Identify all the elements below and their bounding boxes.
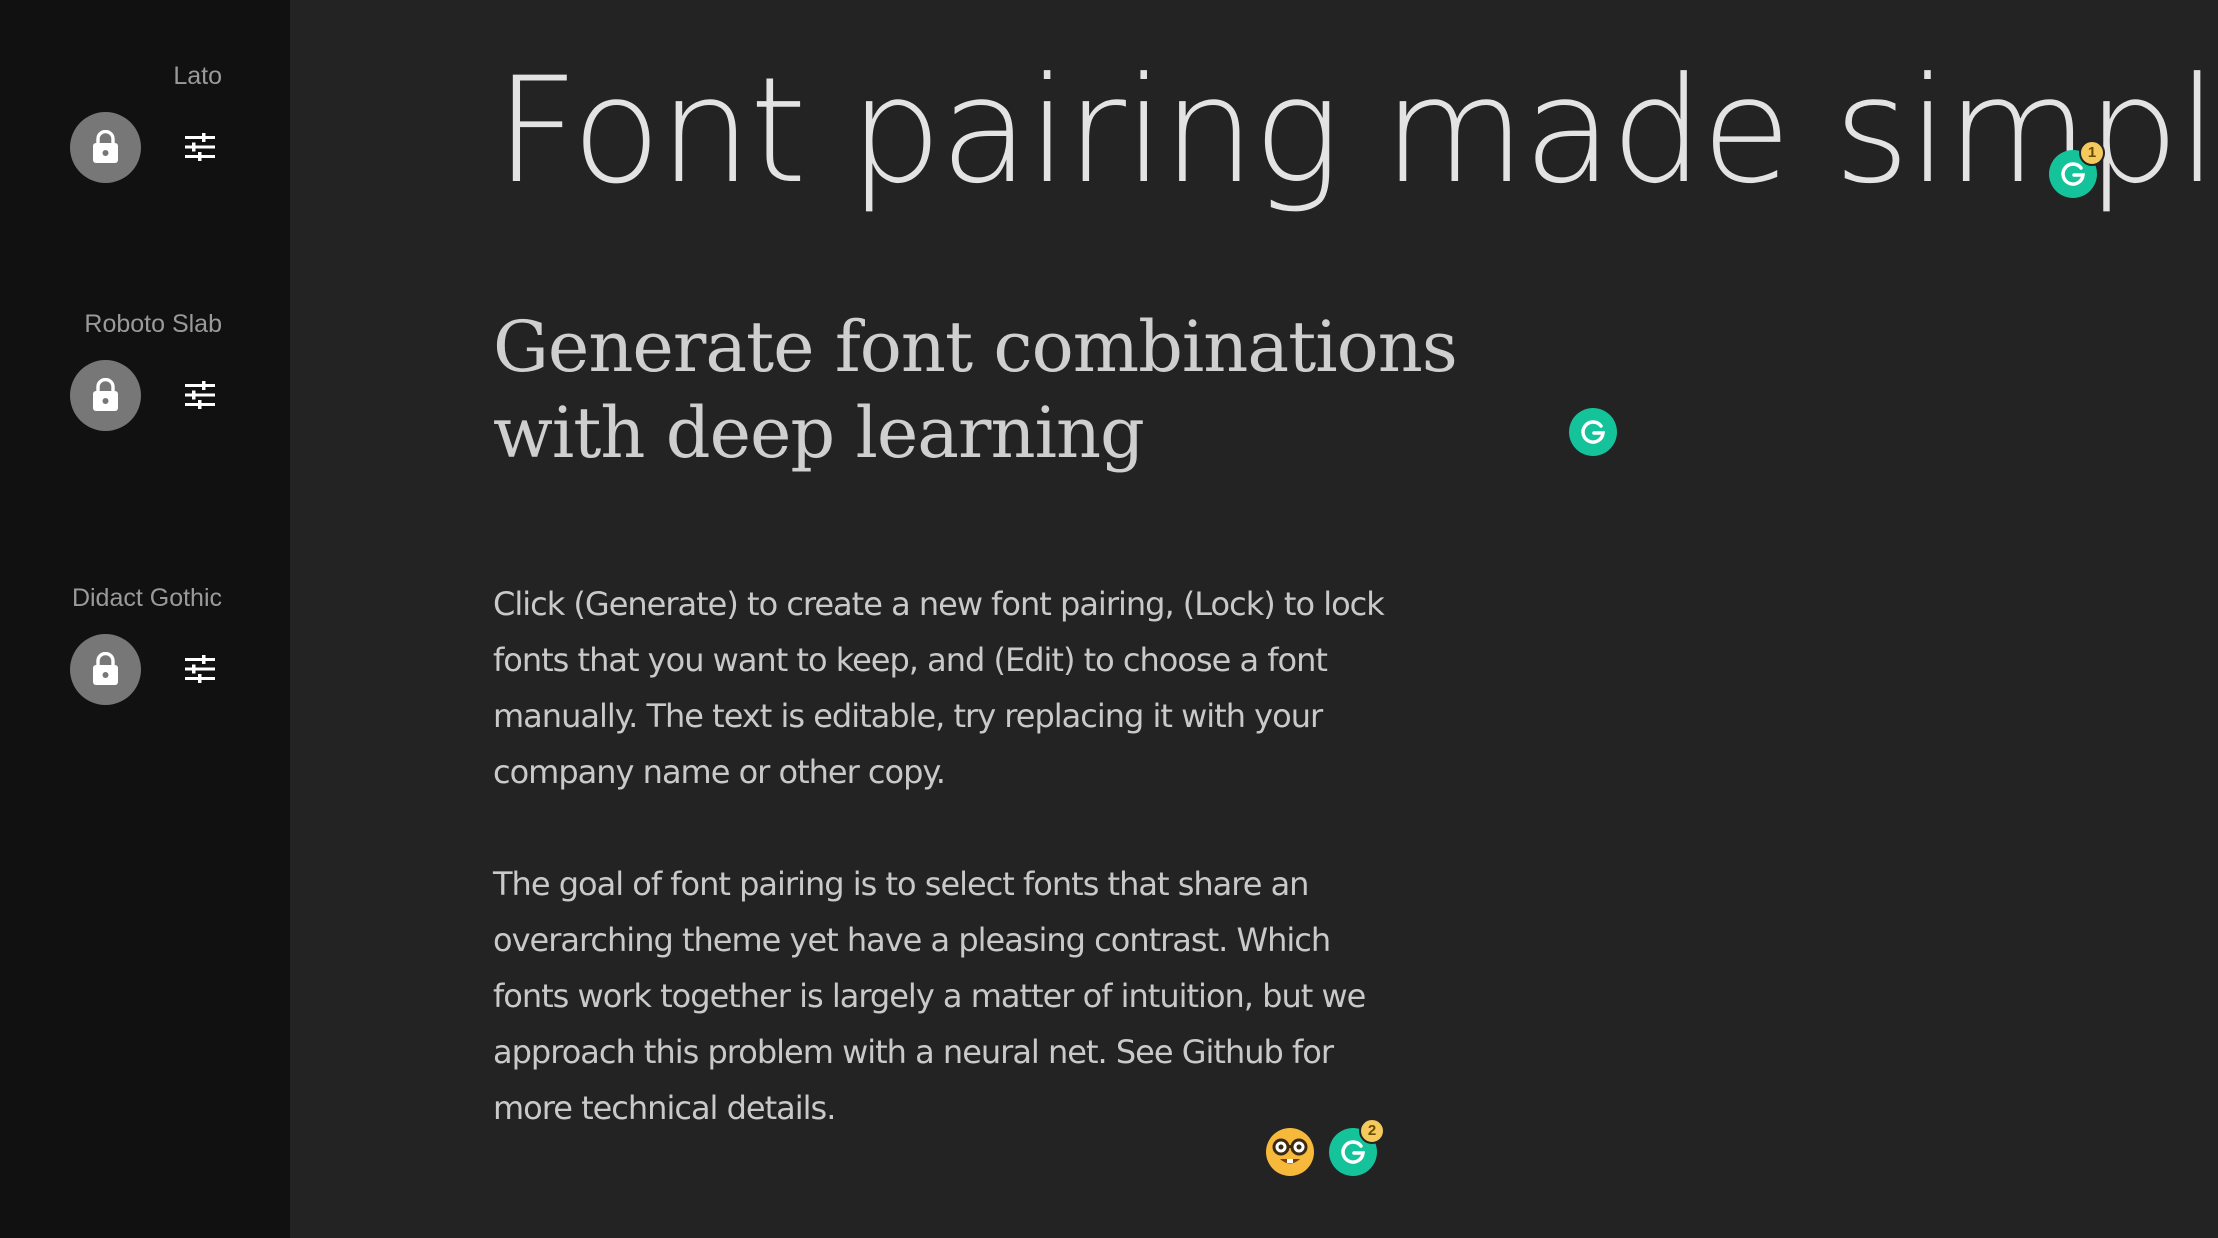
sliders-icon [185,133,215,161]
sliders-icon [185,381,215,409]
subheadline-text[interactable]: Generate font combinations with deep lea… [493,304,1613,476]
preview-area: Font pairing made simple 1 Generate font… [290,0,2218,1238]
edit-font-button[interactable] [180,127,220,167]
edit-font-button[interactable] [180,375,220,415]
lock-button[interactable] [70,112,141,183]
headline-text[interactable]: Font pairing made simple [495,58,2218,204]
grammarly-button[interactable]: 2 [1329,1118,1385,1176]
grammarly-button[interactable] [1569,408,1617,456]
lock-button[interactable] [70,360,141,431]
grammarly-icon [1581,420,1605,444]
body-paragraph[interactable]: The goal of font pairing is to select fo… [493,856,1403,1136]
grammarly-button[interactable]: 1 [2049,140,2105,198]
grammarly-count-badge: 1 [2079,140,2105,166]
lock-icon [93,130,118,163]
body-paragraph[interactable]: Click (Generate) to create a new font pa… [493,576,1403,800]
sliders-icon [185,655,215,683]
edit-font-button[interactable] [180,649,220,689]
grammarly-count-badge: 2 [1359,1118,1385,1144]
lock-icon [93,378,118,411]
font-sidebar: Lato Roboto Slab Didact Gothic [0,0,290,1238]
font-name-label: Lato [173,62,222,90]
lock-button[interactable] [70,634,141,705]
nerd-face-emoji-icon[interactable] [1266,1128,1314,1176]
lock-icon [93,652,118,685]
font-name-label: Roboto Slab [84,310,222,338]
nerd-face-icon [1268,1130,1312,1174]
font-name-label: Didact Gothic [71,584,222,612]
